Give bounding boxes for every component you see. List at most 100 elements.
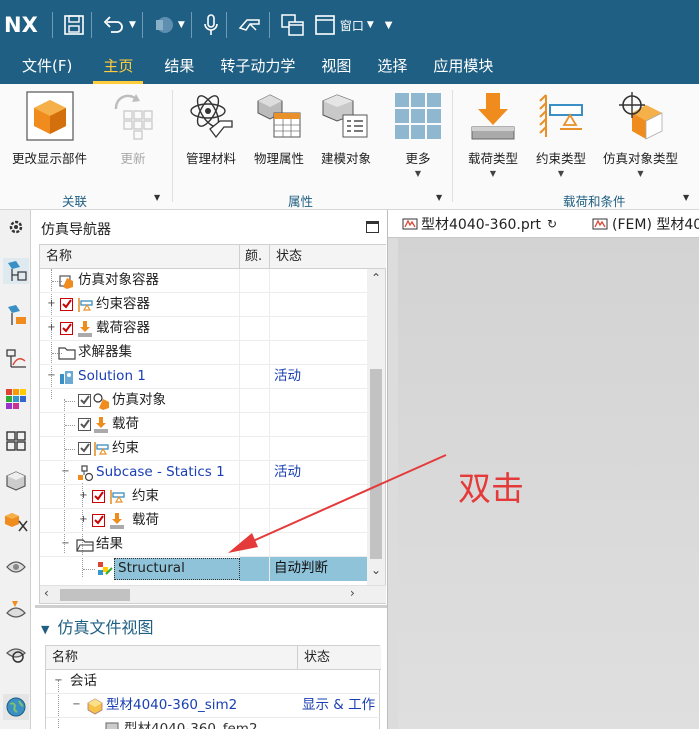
- tab-fem-file[interactable]: (FEM) 型材4040: [592, 214, 699, 234]
- tree-row-subcase-statics-1[interactable]: − Subcase - Statics 1 活动: [40, 461, 368, 485]
- simulation-object-type-button[interactable]: 仿真对象类型 ▼: [603, 90, 678, 178]
- tree-row-simulation-object-container[interactable]: 仿真对象容器: [40, 269, 368, 293]
- navigator-horizontal-scrollbar[interactable]: ‹ ›: [40, 585, 386, 603]
- mesh-lens-icon[interactable]: [3, 640, 29, 666]
- column-header-status[interactable]: 状态: [298, 646, 381, 670]
- simulation-object-icon: [93, 393, 109, 410]
- window-cascade-icon[interactable]: [280, 11, 306, 39]
- microphone-icon[interactable]: [202, 11, 220, 39]
- gear-icon[interactable]: [3, 214, 29, 240]
- checkbox[interactable]: [78, 394, 91, 407]
- 3d-viewport[interactable]: [398, 238, 699, 729]
- checkbox[interactable]: [92, 514, 105, 527]
- chevron-down-icon[interactable]: ▼: [129, 20, 136, 30]
- update-button[interactable]: 更新: [107, 90, 159, 167]
- manage-materials-button[interactable]: 管理材料: [185, 90, 237, 167]
- file-row-sim[interactable]: − 型材4040-360_sim2 显示 & 工作: [46, 694, 381, 718]
- checkbox[interactable]: [78, 442, 91, 455]
- collapse-icon[interactable]: ▼: [41, 623, 49, 636]
- menu-rotor-dynamics[interactable]: 转子动力学: [207, 50, 308, 84]
- menu-view[interactable]: 视图: [308, 50, 364, 84]
- simulation-file-view-header[interactable]: ▼ 仿真文件视图: [41, 614, 153, 638]
- menu-home[interactable]: 主页: [85, 50, 151, 84]
- grid-layout-icon[interactable]: [3, 428, 29, 454]
- column-header-name[interactable]: 名称: [46, 646, 298, 670]
- chevron-down-icon[interactable]: ▼: [415, 169, 421, 178]
- column-header-status[interactable]: 状态: [270, 245, 386, 269]
- scroll-down-icon[interactable]: ⌄: [371, 563, 381, 577]
- navigator-vertical-scrollbar[interactable]: ⌃ ⌄: [367, 269, 385, 587]
- checkbox[interactable]: [78, 418, 91, 431]
- scrollbar-thumb[interactable]: [370, 369, 382, 559]
- file-row-fem[interactable]: 型材4040-360_fem2: [46, 718, 381, 729]
- window-menu-button[interactable]: 窗口 ▼: [314, 11, 374, 39]
- collapse-icon[interactable]: −: [61, 539, 70, 549]
- maximize-icon[interactable]: [366, 221, 379, 233]
- chevron-down-icon[interactable]: ▼: [637, 169, 643, 178]
- menu-results[interactable]: 结果: [151, 50, 207, 84]
- chevron-down-icon[interactable]: ▼: [490, 169, 496, 178]
- physical-properties-button[interactable]: 物理属性: [253, 90, 305, 167]
- tree-row-results[interactable]: − 结果: [40, 533, 368, 557]
- chevron-down-icon[interactable]: ▼: [178, 20, 185, 30]
- tree-row-structural-result[interactable]: Structural 自动判断: [40, 557, 368, 581]
- tree-row-subcase-constraint[interactable]: + 约束: [40, 485, 368, 509]
- menu-select[interactable]: 选择: [364, 50, 420, 84]
- chevron-down-icon[interactable]: ▼: [436, 193, 442, 202]
- collapse-icon[interactable]: −: [54, 676, 63, 686]
- tree-row-constraint-container[interactable]: + 约束容器: [40, 293, 368, 317]
- snap-icon[interactable]: ▼: [153, 11, 185, 39]
- load-type-button[interactable]: 载荷类型 ▼: [467, 90, 519, 178]
- simulation-file-icon[interactable]: [3, 302, 29, 328]
- modeling-objects-button[interactable]: 建模对象: [320, 90, 372, 167]
- part-cube-icon[interactable]: [3, 468, 29, 494]
- tree-row-constraint[interactable]: 约束: [40, 437, 368, 461]
- undo-icon[interactable]: ▼: [102, 11, 136, 39]
- refresh-icon[interactable]: ↻: [547, 217, 557, 231]
- menu-file[interactable]: 文件(F): [0, 50, 85, 84]
- tree-row-solution-1[interactable]: − Solution 1 活动: [40, 365, 368, 389]
- chevron-down-icon[interactable]: ▼: [558, 169, 564, 178]
- tree-row-simulation-object[interactable]: 仿真对象: [40, 389, 368, 413]
- scroll-left-icon[interactable]: ‹: [44, 586, 49, 600]
- more-button[interactable]: 更多 ▼: [392, 90, 444, 178]
- tree-row-load[interactable]: 载荷: [40, 413, 368, 437]
- expand-icon[interactable]: +: [47, 299, 56, 309]
- collapse-icon[interactable]: −: [47, 371, 56, 381]
- mesh-part-icon[interactable]: [3, 554, 29, 580]
- web-globe-icon[interactable]: [3, 694, 29, 720]
- change-display-part-button[interactable]: 更改显示部件: [12, 90, 87, 167]
- save-icon[interactable]: [63, 11, 85, 39]
- collapse-icon[interactable]: −: [72, 700, 81, 710]
- checkbox[interactable]: [60, 322, 73, 335]
- expand-icon[interactable]: +: [79, 491, 88, 501]
- checkbox[interactable]: [92, 490, 105, 503]
- tab-prt-file[interactable]: 型材4040-360.prt ↻: [402, 214, 557, 234]
- collapse-icon[interactable]: −: [61, 467, 70, 477]
- chevron-down-icon[interactable]: ▼: [154, 193, 160, 202]
- chevron-down-icon[interactable]: ▼: [683, 193, 689, 202]
- scrollbar-thumb[interactable]: [60, 589, 130, 601]
- quick-access-more-icon[interactable]: ▼: [382, 11, 393, 39]
- expand-icon[interactable]: +: [79, 515, 88, 525]
- panel-splitter[interactable]: [35, 605, 387, 608]
- tree-row-subcase-load[interactable]: + 载荷: [40, 509, 368, 533]
- file-row-session[interactable]: − 会话: [46, 670, 381, 694]
- touch-mode-icon[interactable]: [237, 11, 263, 39]
- assembly-constraint-icon[interactable]: [3, 510, 29, 536]
- expand-icon[interactable]: +: [47, 323, 56, 333]
- tree-row-solver-set[interactable]: 求解器集: [40, 341, 368, 365]
- mesh-warning-icon[interactable]: [3, 598, 29, 624]
- checkbox[interactable]: [60, 298, 73, 311]
- post-processing-icon[interactable]: [3, 346, 29, 372]
- tree-row-load-container[interactable]: + 载荷容器: [40, 317, 368, 341]
- scroll-right-icon[interactable]: ›: [350, 586, 355, 600]
- column-header-color[interactable]: 颜.: [240, 245, 270, 269]
- column-header-name[interactable]: 名称: [40, 245, 240, 269]
- toolbar-separator: [52, 12, 53, 38]
- simulation-navigator-icon[interactable]: [3, 258, 29, 284]
- color-palette-icon[interactable]: [3, 386, 29, 412]
- menu-application[interactable]: 应用模块: [420, 50, 506, 84]
- scroll-up-icon[interactable]: ⌃: [371, 271, 381, 285]
- constraint-type-button[interactable]: 约束类型 ▼: [535, 90, 587, 178]
